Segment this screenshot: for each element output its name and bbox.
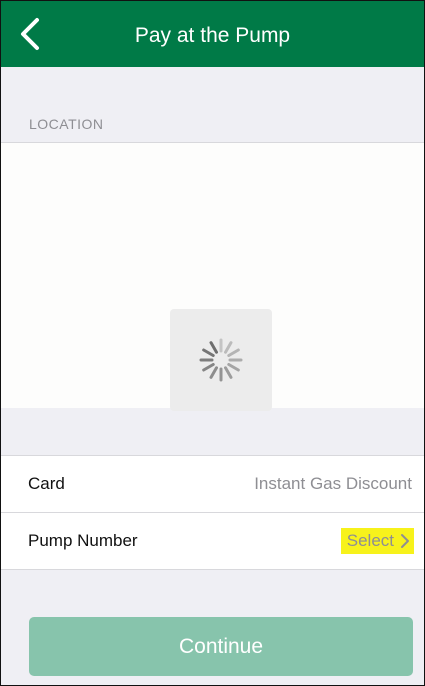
app-screen: Pay at the Pump LOCATION Card Instant Ga… bbox=[0, 0, 425, 686]
pump-number-row[interactable]: Pump Number Select bbox=[1, 512, 424, 570]
location-section-label: LOCATION bbox=[29, 116, 104, 132]
loading-indicator bbox=[170, 309, 272, 411]
navigation-bar: Pay at the Pump bbox=[1, 1, 424, 67]
pump-select[interactable]: Select bbox=[340, 528, 414, 554]
page-title: Pay at the Pump bbox=[134, 24, 291, 47]
continue-button[interactable]: Continue bbox=[29, 617, 413, 676]
card-value: Instant Gas Discount bbox=[254, 474, 412, 493]
pump-number-label: Pump Number bbox=[28, 531, 138, 550]
card-label: Card bbox=[28, 474, 65, 493]
card-row[interactable]: Card Instant Gas Discount bbox=[1, 455, 424, 512]
chevron-right-icon bbox=[401, 534, 409, 548]
spinner-icon bbox=[199, 338, 243, 382]
location-panel bbox=[1, 142, 424, 277]
pump-select-value: Select bbox=[346, 531, 394, 550]
